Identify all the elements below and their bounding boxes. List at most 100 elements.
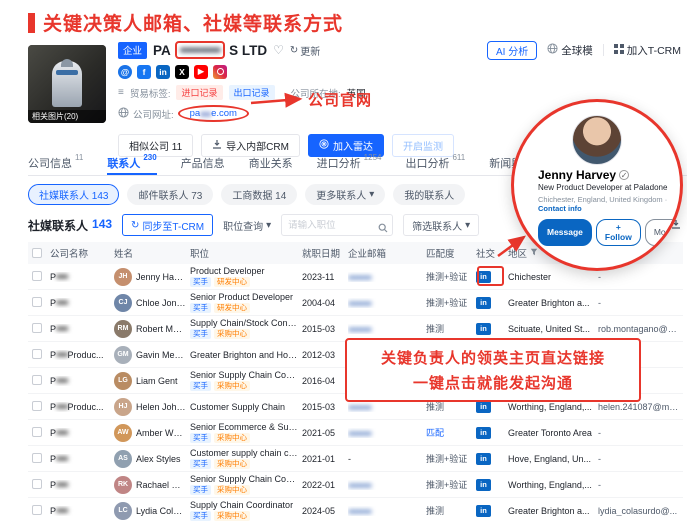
position-cell: Senior Supply Chain Coordinator买手采购中心	[190, 474, 302, 495]
company-email-cell: ■■■■■■	[348, 272, 426, 282]
contact-chip-4[interactable]: 我的联系人	[393, 184, 465, 205]
row-checkbox[interactable]	[32, 479, 42, 489]
linkedin-icon[interactable]: in	[476, 479, 491, 491]
official-site-annotation: 公司官网	[308, 89, 372, 110]
position-title: Product Developer	[190, 266, 298, 276]
tab-item-4[interactable]: 进口分析1254	[317, 150, 382, 175]
table-row[interactable]: P■■■ ASAlex Styles Customer supply chain…	[28, 446, 683, 472]
import-records-tag[interactable]: 进口记录	[176, 85, 222, 100]
linkedin-icon[interactable]: in	[476, 505, 491, 517]
masked-email: ■■■■■■	[348, 299, 371, 308]
position-tags: 买手研发中心	[190, 277, 298, 287]
contact-name: Liam Gent	[136, 376, 178, 386]
contact-info-link[interactable]: Contact info	[538, 204, 582, 213]
search-icon[interactable]	[378, 220, 388, 238]
company-email-cell: -	[348, 454, 426, 464]
contact-name-cell[interactable]: GMGavin Meeks	[114, 346, 190, 364]
position-cell: Supply Chain/Stock Control买手采购中心	[190, 318, 302, 339]
position-tag: 研发中心	[214, 303, 250, 313]
export-records-tag[interactable]: 出口记录	[229, 85, 275, 100]
email-icon[interactable]: @	[118, 65, 132, 79]
job-query-dropdown[interactable]: 职位查询▾	[223, 218, 271, 233]
contact-name-cell[interactable]: RKRachael Kelly	[114, 476, 190, 494]
position-tags: 买手采购中心	[190, 329, 298, 339]
globe-icon	[547, 43, 558, 57]
masked-email: ■■■■■■	[348, 481, 371, 490]
update-button[interactable]: ↻更新	[290, 43, 320, 58]
extra-email-cell: -	[598, 428, 683, 438]
header-actions: AI 分析全球模 加入T-CRM	[487, 41, 681, 60]
contact-name-cell[interactable]: AWAmber Whitty	[114, 424, 190, 442]
section-title-text: 社媒联系人	[28, 217, 88, 234]
x-icon[interactable]: X	[175, 65, 189, 79]
position-title: Senior Ecommerce & Supply Cha...	[190, 422, 298, 432]
linkedin-icon[interactable]: in	[476, 401, 491, 413]
contact-name: Lydia Colasurdo	[136, 506, 186, 516]
contact-chip-0[interactable]: 社媒联系人 143	[28, 184, 119, 205]
join-tcrm-button[interactable]: 加入T-CRM	[614, 43, 681, 58]
tab-item-3[interactable]: 商业关系	[249, 150, 293, 175]
table-row[interactable]: P■■■ RKRachael Kelly Senior Supply Chain…	[28, 472, 683, 498]
contact-chip-2[interactable]: 工商数据 14	[221, 184, 297, 205]
tab-item-1[interactable]: 联系人230	[107, 150, 156, 175]
linkedin-icon[interactable]: in	[476, 323, 491, 335]
contact-name-cell[interactable]: RMRobert Monta...	[114, 320, 190, 338]
social-cell: in	[476, 427, 508, 439]
row-checkbox[interactable]	[32, 271, 42, 281]
company-photo[interactable]: 相关图片(20)	[28, 45, 106, 123]
youtube-icon[interactable]: ▶	[194, 65, 208, 79]
website-link[interactable]: pa■■e.com	[190, 108, 237, 119]
facebook-icon[interactable]: f	[137, 65, 151, 79]
linkedin-icon[interactable]: in	[476, 297, 491, 309]
contact-name-cell[interactable]: JHJenny Harvey	[114, 268, 190, 286]
tab-item-5[interactable]: 出口分析611	[405, 150, 465, 175]
extra-email-cell: -	[598, 272, 683, 282]
contact-name-cell[interactable]: HJHelen Johnstone	[114, 398, 190, 416]
position-tags: 买手采购中心	[190, 511, 298, 521]
profile-name: Jenny Harvey	[538, 168, 616, 182]
linkedin-icon[interactable]: in	[476, 453, 491, 465]
row-checkbox[interactable]	[32, 297, 42, 307]
job-search-input[interactable]	[288, 220, 374, 231]
contact-chip-3[interactable]: 更多联系人▾	[305, 184, 385, 205]
row-checkbox[interactable]	[32, 505, 42, 515]
tab-item-2[interactable]: 产品信息	[181, 150, 225, 175]
message-button[interactable]: Message	[538, 219, 592, 246]
start-date-cell: 2004-04	[302, 298, 348, 308]
start-date-cell: 2022-01	[302, 480, 348, 490]
ai-analysis-button[interactable]: AI 分析	[487, 41, 537, 60]
select-all-checkbox[interactable]	[32, 248, 42, 258]
instagram-icon[interactable]	[213, 65, 227, 79]
contact-name-cell[interactable]: LGLiam Gent	[114, 372, 190, 390]
row-checkbox[interactable]	[32, 401, 42, 411]
position-cell: Customer Supply Chain	[190, 402, 302, 412]
contact-avatar: RM	[114, 320, 132, 338]
contact-avatar: LC	[114, 502, 132, 520]
linkedin-icon[interactable]: in	[156, 65, 170, 79]
row-checkbox[interactable]	[32, 375, 42, 385]
contact-name-cell[interactable]: CJChloe Jones	[114, 294, 190, 312]
linkedin-icon[interactable]: in	[476, 427, 491, 439]
filter-contacts-dropdown[interactable]: 筛选联系人▾	[403, 214, 479, 236]
contact-name-cell[interactable]: LC Lydia Colasurdo	[114, 502, 190, 520]
favorite-company-icon[interactable]: ♡	[273, 43, 284, 57]
table-row[interactable]: P■■■ AWAmber Whitty Senior Ecommerce & S…	[28, 420, 683, 446]
global-mode-button[interactable]: 全球模	[547, 43, 593, 58]
table-row[interactable]: P■■■ LCLydia Colasurdo Supply Chain Coor…	[28, 498, 683, 523]
follow-button[interactable]: + Follow	[596, 219, 641, 246]
filter-funnel-icon[interactable]	[530, 248, 538, 259]
row-checkbox[interactable]	[32, 349, 42, 359]
row-checkbox[interactable]	[32, 453, 42, 463]
contact-chip-1[interactable]: 邮件联系人 73	[127, 184, 213, 205]
row-checkbox[interactable]	[32, 323, 42, 333]
job-search-box	[281, 214, 393, 236]
position-tag: 采购中心	[214, 485, 250, 495]
table-row[interactable]: P■■■ CJChloe Jones Senior Product Develo…	[28, 290, 683, 316]
sync-tcrm-button[interactable]: ↻同步至T-CRM	[122, 214, 213, 236]
header-separator	[603, 44, 604, 56]
match-level-cell: 推测+验证	[426, 296, 476, 309]
row-checkbox[interactable]	[32, 427, 42, 437]
contact-name-cell[interactable]: ASAlex Styles	[114, 450, 190, 468]
tab-item-0[interactable]: 公司信息11	[28, 150, 83, 175]
social-cell: in	[476, 453, 508, 465]
